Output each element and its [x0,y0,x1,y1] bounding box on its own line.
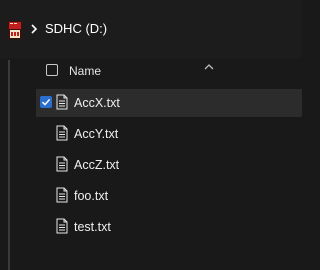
file-name: AccX.txt [74,96,120,110]
file-row[interactable]: foo.txt [36,182,302,210]
file-explorer-window: SDHC (D:) Name AccX.txt AccY.txt AccZ.tx… [0,0,302,270]
sd-card-drive-icon[interactable] [7,20,23,40]
text-file-icon [56,187,68,203]
file-name: AccZ.txt [74,158,120,172]
breadcrumb-location[interactable]: SDHC (D:) [45,21,107,37]
file-row[interactable]: AccY.txt [36,120,302,148]
text-file-icon [56,125,68,141]
column-header-name[interactable]: Name [69,63,101,79]
file-row[interactable]: AccX.txt [36,89,302,117]
chevron-right-icon[interactable] [29,22,39,36]
file-list: Name AccX.txt AccY.txt AccZ.txt foo.txt … [28,58,302,270]
file-row[interactable]: test.txt [36,213,302,241]
text-file-icon [56,156,68,172]
file-name: AccY.txt [74,127,119,141]
file-name: test.txt [74,220,111,234]
select-all-checkbox[interactable] [46,64,58,76]
navigation-pane [0,58,28,270]
file-row[interactable]: AccZ.txt [36,151,302,179]
file-name: foo.txt [74,189,109,203]
checkmark-icon [41,98,51,106]
breadcrumb: SDHC (D:) [0,0,302,58]
text-file-icon [56,218,68,234]
sort-ascending-icon [203,58,215,70]
navigation-pane-scrollbar[interactable] [8,60,10,270]
row-checkbox[interactable] [40,96,52,108]
column-header-row: Name [28,58,302,86]
text-file-icon [56,94,68,110]
